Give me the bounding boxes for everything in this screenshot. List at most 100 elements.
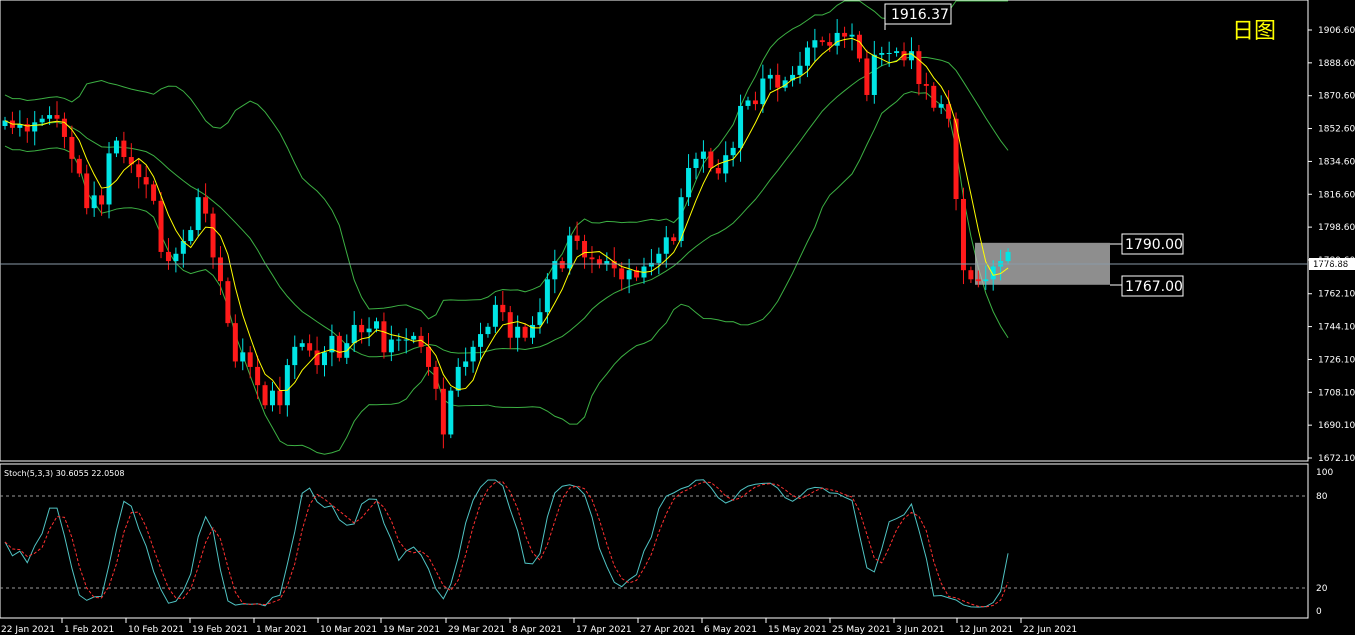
date-tick-label: 17 Apr 2021 bbox=[576, 625, 632, 635]
candle-body bbox=[916, 51, 922, 85]
price-tick-label: 1906.60 bbox=[1318, 26, 1355, 36]
price-tick-label: 1834.60 bbox=[1318, 157, 1355, 167]
candle-body bbox=[381, 321, 387, 353]
chart-canvas: 1778.88 1906.601888.601870.601852.601834… bbox=[0, 0, 1355, 635]
candle-body bbox=[321, 352, 327, 366]
candle-body bbox=[686, 167, 692, 198]
candle-body bbox=[730, 147, 736, 156]
candle-body bbox=[217, 257, 223, 282]
candle-body bbox=[91, 195, 97, 209]
period-label: 日图 bbox=[1232, 19, 1276, 44]
date-tick-label: 19 Feb 2021 bbox=[192, 625, 248, 635]
candle-body bbox=[210, 213, 216, 258]
candle-body bbox=[336, 335, 342, 358]
candle-body bbox=[188, 230, 194, 241]
candle-body bbox=[61, 118, 67, 137]
date-tick-label: 22 Jun 2021 bbox=[1023, 625, 1077, 635]
candle-body bbox=[403, 339, 409, 341]
candle-body bbox=[752, 100, 758, 105]
candle-body bbox=[411, 335, 417, 340]
candle-body bbox=[426, 346, 432, 367]
price-tick-label: 1726.10 bbox=[1318, 355, 1355, 365]
date-tick-label: 1 Feb 2021 bbox=[64, 625, 114, 635]
candle-body bbox=[492, 304, 498, 327]
candle-body bbox=[173, 253, 179, 262]
candle-body bbox=[544, 279, 550, 313]
stoch-label: Stoch(5,3,3) 30.6055 22.0508 bbox=[4, 469, 124, 478]
candle-body bbox=[626, 270, 632, 280]
price-tick-label: 1852.60 bbox=[1318, 125, 1355, 135]
candle-body bbox=[255, 366, 261, 386]
candle-body bbox=[366, 328, 372, 333]
candle-body bbox=[247, 352, 253, 367]
candle-body bbox=[203, 197, 209, 214]
price-tick-label: 1672.10 bbox=[1318, 454, 1355, 464]
candle-body bbox=[396, 339, 402, 341]
candle-body bbox=[842, 32, 848, 37]
candle-body bbox=[871, 54, 877, 95]
zone-bottom-label: 1767.00 bbox=[1125, 279, 1183, 295]
stoch-tick-100: 100 bbox=[1316, 468, 1333, 478]
candle-body bbox=[708, 151, 714, 168]
candle-body bbox=[113, 140, 119, 154]
candle-body bbox=[440, 388, 446, 435]
price-tick-label: 1708.10 bbox=[1318, 388, 1355, 398]
candle-body bbox=[864, 58, 870, 95]
candle-body bbox=[225, 281, 231, 324]
main-panel-frame bbox=[0, 0, 1309, 462]
candle-body bbox=[827, 42, 833, 46]
candle-body bbox=[582, 240, 588, 258]
candle-body bbox=[574, 235, 580, 241]
date-tick-label: 19 Mar 2021 bbox=[383, 625, 440, 635]
candle-body bbox=[522, 326, 528, 338]
date-tick-label: 1 Mar 2021 bbox=[256, 625, 307, 635]
candle-body bbox=[106, 153, 112, 205]
candle-body bbox=[195, 197, 201, 231]
candle-body bbox=[775, 74, 781, 88]
candle-body bbox=[819, 40, 825, 43]
price-tick-label: 1888.60 bbox=[1318, 59, 1355, 69]
date-tick-label: 10 Feb 2021 bbox=[128, 625, 184, 635]
candle-body bbox=[879, 52, 885, 55]
candle-body bbox=[478, 334, 484, 347]
price-tick-label: 1780.60 bbox=[1318, 256, 1355, 266]
candle-body bbox=[715, 167, 721, 174]
candle-body bbox=[923, 84, 929, 86]
candle-body bbox=[351, 324, 357, 344]
candle-body bbox=[537, 312, 543, 325]
candle-body bbox=[856, 34, 862, 59]
candle-body bbox=[292, 346, 298, 366]
candlesticks bbox=[2, 19, 1011, 449]
candle-body bbox=[455, 366, 461, 391]
candle-body bbox=[151, 184, 157, 201]
date-tick-label: 10 Mar 2021 bbox=[320, 625, 377, 635]
candle-body bbox=[69, 136, 75, 159]
candle-body bbox=[307, 343, 313, 351]
candle-body bbox=[760, 78, 766, 105]
candle-body bbox=[975, 279, 981, 282]
candle-body bbox=[812, 40, 818, 48]
candle-body bbox=[886, 52, 892, 54]
candle-body bbox=[374, 321, 379, 329]
candle-body bbox=[559, 261, 565, 269]
candle-body bbox=[663, 237, 669, 254]
candle-body bbox=[931, 85, 937, 108]
candle-body bbox=[738, 105, 744, 148]
candle-body bbox=[700, 151, 706, 159]
candle-body bbox=[262, 385, 268, 406]
candle-body bbox=[648, 262, 654, 267]
date-tick-label: 3 Jun 2021 bbox=[896, 625, 944, 635]
candle-body bbox=[47, 115, 53, 119]
candle-body bbox=[485, 326, 491, 335]
price-tick-label: 1798.60 bbox=[1318, 223, 1355, 233]
candle-body bbox=[938, 104, 944, 108]
zone-top-label: 1790.00 bbox=[1125, 237, 1183, 253]
price-tick-label: 1690.10 bbox=[1318, 421, 1355, 431]
candle-body bbox=[359, 324, 365, 333]
candle-body bbox=[671, 237, 677, 241]
candle-body bbox=[54, 115, 60, 119]
candle-body bbox=[723, 155, 729, 174]
candle-body bbox=[589, 257, 595, 260]
candle-body bbox=[84, 173, 90, 209]
candle-body bbox=[515, 326, 521, 338]
